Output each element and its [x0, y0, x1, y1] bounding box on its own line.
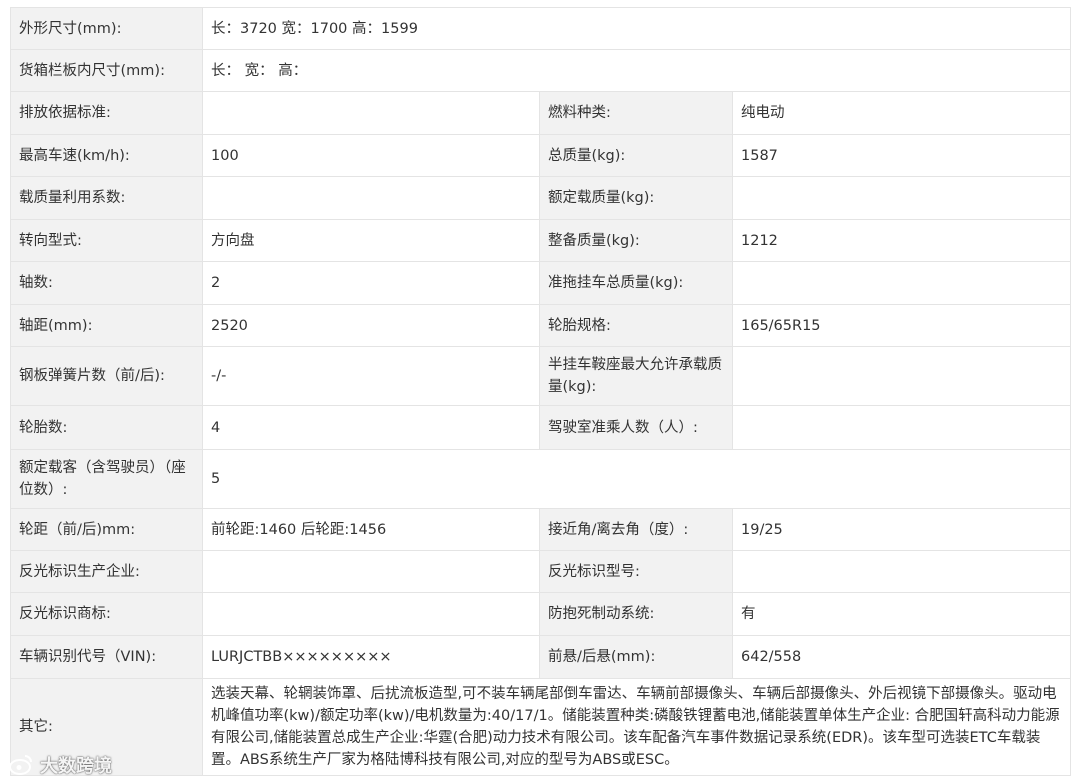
spec-label: 载质量利用系数: — [10, 176, 203, 220]
spec-label: 反光标识商标: — [10, 592, 203, 636]
spec-label: 最高车速(km/h): — [10, 134, 203, 177]
spec-value: 1587 — [732, 134, 1071, 177]
spec-value: 2 — [202, 261, 540, 305]
spec-label: 转向型式: — [10, 219, 203, 262]
table-row: 最高车速(km/h): 100 总质量(kg): 1587 — [10, 134, 1071, 177]
weibo-logo-icon — [9, 755, 32, 775]
spec-label: 前悬/后悬(mm): — [539, 635, 733, 679]
spec-value — [732, 346, 1071, 406]
spec-value: 642/558 — [732, 635, 1071, 679]
spec-label: 轮距（前/后)mm: — [10, 508, 203, 551]
table-row: 外形尺寸(mm): 长：3720 宽：1700 高：1599 — [10, 7, 1071, 50]
spec-value — [202, 592, 540, 636]
spec-value-other: 选装天幕、轮辋装饰罩、后扰流板造型,可不装车辆尾部倒车雷达、车辆前部摄像头、车辆… — [202, 678, 1071, 776]
watermark-text: 大数跨境 — [40, 756, 112, 777]
spec-label: 排放依据标准: — [10, 91, 203, 135]
spec-value-seats: 5 — [202, 449, 1071, 509]
table-row: 轮胎数: 4 驾驶室准乘人数（人）: — [10, 405, 1071, 450]
spec-label: 反光标识生产企业: — [10, 550, 203, 593]
spec-label: 额定载质量(kg): — [539, 176, 733, 220]
spec-label: 燃料种类: — [539, 91, 733, 135]
spec-label: 准拖挂车总质量(kg): — [539, 261, 733, 305]
spec-value: 165/65R15 — [732, 304, 1071, 347]
spec-label: 轴距(mm): — [10, 304, 203, 347]
spec-value: LURJCTBB××××××××× — [202, 635, 540, 679]
spec-label: 总质量(kg): — [539, 134, 733, 177]
table-row: 反光标识商标: 防抱死制动系统: 有 — [10, 592, 1071, 636]
spec-label: 反光标识型号: — [539, 550, 733, 593]
spec-value — [732, 261, 1071, 305]
table-row: 轴距(mm): 2520 轮胎规格: 165/65R15 — [10, 304, 1071, 347]
spec-label: 半挂车鞍座最大允许承载质量(kg): — [539, 346, 733, 406]
table-row: 排放依据标准: 燃料种类: 纯电动 — [10, 91, 1071, 135]
spec-value: 2520 — [202, 304, 540, 347]
table-row: 轮距（前/后)mm: 前轮距:1460 后轮距:1456 接近角/离去角（度）:… — [10, 508, 1071, 551]
table-row: 轴数: 2 准拖挂车总质量(kg): — [10, 261, 1071, 305]
spec-value: 4 — [202, 405, 540, 450]
spec-value: -/- — [202, 346, 540, 406]
table-row: 车辆识别代号（VIN): LURJCTBB××××××××× 前悬/后悬(mm)… — [10, 635, 1071, 679]
spec-label: 接近角/离去角（度）: — [539, 508, 733, 551]
spec-label: 轮胎数: — [10, 405, 203, 450]
spec-value: 方向盘 — [202, 219, 540, 262]
spec-label: 驾驶室准乘人数（人）: — [539, 405, 733, 450]
spec-label: 轮胎规格: — [539, 304, 733, 347]
table-row: 其它: 选装天幕、轮辋装饰罩、后扰流板造型,可不装车辆尾部倒车雷达、车辆前部摄像… — [10, 678, 1071, 776]
spec-value — [202, 176, 540, 220]
table-row: 载质量利用系数: 额定载质量(kg): — [10, 176, 1071, 220]
spec-value: 19/25 — [732, 508, 1071, 551]
spec-value — [732, 405, 1071, 450]
spec-value-dimensions: 长：3720 宽：1700 高：1599 — [202, 7, 1071, 50]
table-row: 额定载客（含驾驶员）（座位数）: 5 — [10, 449, 1071, 509]
spec-value: 前轮距:1460 后轮距:1456 — [202, 508, 540, 551]
spec-label-cargo-box: 货箱栏板内尺寸(mm): — [10, 49, 203, 92]
spec-label-dimensions: 外形尺寸(mm): — [10, 7, 203, 50]
spec-value — [732, 550, 1071, 593]
spec-label: 整备质量(kg): — [539, 219, 733, 262]
spec-value: 100 — [202, 134, 540, 177]
spec-value — [732, 176, 1071, 220]
vehicle-spec-table: 外形尺寸(mm): 长：3720 宽：1700 高：1599 货箱栏板内尺寸(m… — [10, 7, 1071, 776]
spec-value — [202, 550, 540, 593]
table-row: 钢板弹簧片数（前/后): -/- 半挂车鞍座最大允许承载质量(kg): — [10, 346, 1071, 406]
spec-value: 有 — [732, 592, 1071, 636]
spec-label: 车辆识别代号（VIN): — [10, 635, 203, 679]
spec-value — [202, 91, 540, 135]
spec-value: 纯电动 — [732, 91, 1071, 135]
spec-label: 钢板弹簧片数（前/后): — [10, 346, 203, 406]
spec-label: 轴数: — [10, 261, 203, 305]
spec-value-cargo-box: 长： 宽： 高： — [202, 49, 1071, 92]
table-row: 反光标识生产企业: 反光标识型号: — [10, 550, 1071, 593]
table-row: 转向型式: 方向盘 整备质量(kg): 1212 — [10, 219, 1071, 262]
watermark: 大数跨境 — [8, 752, 112, 778]
spec-label: 防抱死制动系统: — [539, 592, 733, 636]
spec-value: 1212 — [732, 219, 1071, 262]
table-row: 货箱栏板内尺寸(mm): 长： 宽： 高： — [10, 49, 1071, 92]
spec-label-seats: 额定载客（含驾驶员）（座位数）: — [10, 449, 203, 509]
